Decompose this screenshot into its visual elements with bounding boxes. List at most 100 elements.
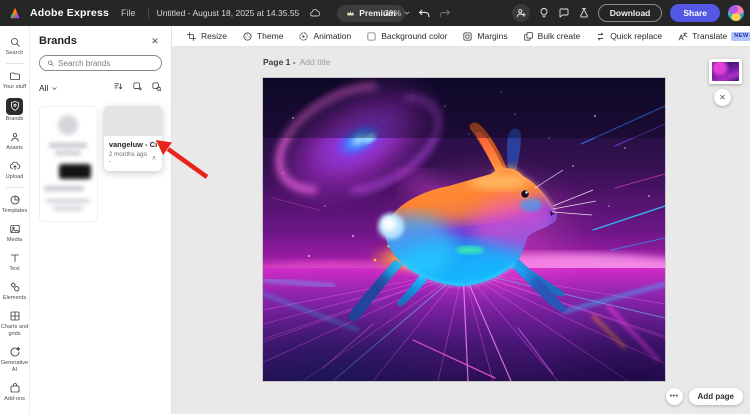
brands-filter-dropdown[interactable]: All	[39, 83, 58, 93]
topbar: Adobe Express File Untitled - August 18,…	[0, 0, 750, 26]
find-brand-button[interactable]	[151, 79, 162, 97]
elements-shapes-icon	[8, 280, 22, 294]
file-menu[interactable]: File	[117, 6, 140, 20]
upload-cloud-icon	[8, 159, 22, 173]
sidebar-item-media[interactable]: Media	[0, 219, 30, 248]
new-badge: NEW	[731, 32, 750, 41]
sidebar-item-your-stuff[interactable]: Your stuff	[0, 66, 30, 95]
margins-button[interactable]: Margins	[462, 31, 507, 42]
brand-cards-grid: vangeluw - Ci... 2 months ago -	[39, 106, 162, 222]
bulk-create-button[interactable]: Bulk create	[523, 31, 581, 42]
page-thumbnail-image	[712, 62, 739, 81]
adobe-express-logo-icon[interactable]	[8, 6, 22, 20]
sidebar-item-upload[interactable]: Upload	[0, 156, 30, 185]
page-thumbnail[interactable]	[709, 59, 742, 84]
shared-icon	[151, 155, 157, 161]
margins-icon	[462, 31, 473, 42]
translate-icon	[677, 31, 688, 42]
sidebar-item-elements[interactable]: Elements	[0, 277, 30, 306]
cloud-sync-icon[interactable]	[309, 7, 321, 19]
add-page-label: Add page	[698, 392, 734, 401]
page-number-label: Page 1 -	[263, 57, 296, 67]
close-thumbnail-button[interactable]: ✕	[714, 89, 731, 106]
toolbar-label: Background color	[381, 31, 447, 41]
sidebar-item-text[interactable]: Text	[0, 248, 30, 277]
editor-area: Resize Theme Animation Background color …	[172, 26, 750, 414]
ideas-button[interactable]	[538, 7, 550, 19]
sidebar-item-add-ons[interactable]: Add-ons	[0, 378, 30, 407]
brand-card-vangeluw[interactable]: vangeluw - Ci... 2 months ago -	[104, 106, 162, 171]
brands-search-input[interactable]	[58, 59, 154, 68]
toolbar-label: Theme	[257, 31, 283, 41]
sidebar-item-label: Elements	[3, 295, 26, 302]
canvas-workspace[interactable]: Page 1 - Add title	[172, 47, 750, 414]
search-icon	[8, 35, 22, 49]
person-add-icon	[515, 7, 527, 19]
toolbar-label: Animation	[313, 31, 351, 41]
lightbulb-icon	[538, 7, 550, 19]
brands-search-box[interactable]	[39, 55, 162, 71]
sidebar-item-label: Add-ons	[4, 396, 25, 403]
comments-button[interactable]	[558, 7, 570, 19]
toolbar-label: Margins	[477, 31, 507, 41]
bottom-actions: ••• Add page	[666, 388, 743, 405]
resize-button[interactable]: Resize	[186, 31, 227, 42]
sidebar-item-label: Brands	[6, 116, 24, 123]
toolbar-label: Resize	[201, 31, 227, 41]
sort-brands-button[interactable]	[113, 79, 124, 97]
sidebar-item-label: Upload	[6, 174, 24, 181]
background-color-button[interactable]: Background color	[366, 31, 447, 42]
folder-icon	[8, 69, 22, 83]
sidebar-divider	[6, 187, 24, 188]
share-button[interactable]: Share	[670, 4, 720, 22]
document-title[interactable]: Untitled - August 18, 2025 at 14.35.55	[157, 8, 300, 18]
brand-card-preview	[104, 106, 162, 136]
theme-icon	[242, 31, 253, 42]
add-collaborator-button[interactable]	[512, 4, 530, 22]
translate-button[interactable]: Translate NEW	[677, 31, 750, 42]
blurred-brand-content	[44, 113, 93, 211]
sidebar-item-brands[interactable]: Brands	[0, 95, 30, 127]
adobe-express-window: Adobe Express File Untitled - August 18,…	[0, 0, 750, 414]
new-brand-button[interactable]	[132, 79, 143, 97]
add-ons-icon	[8, 381, 22, 395]
topbar-right-controls: Download Share	[512, 0, 744, 26]
undo-button[interactable]	[418, 7, 431, 20]
animation-button[interactable]: Animation	[298, 31, 351, 42]
toolbar-label: Bulk create	[538, 31, 581, 41]
brand-card-title: vangeluw - Ci...	[109, 140, 157, 149]
sidebar-item-charts-and-grids[interactable]: Charts and grids	[0, 306, 30, 342]
more-options-button[interactable]: •••	[666, 388, 683, 405]
left-sidebar: Search Your stuff Brands Assets Upload T…	[0, 26, 30, 414]
canvas-artwork-neon-rabbit[interactable]	[263, 78, 665, 381]
brands-panel-title: Brands	[39, 35, 77, 47]
chevron-down-icon	[51, 85, 58, 92]
download-button[interactable]: Download	[598, 4, 663, 22]
theme-button[interactable]: Theme	[242, 31, 283, 42]
sidebar-item-label: Assets	[6, 145, 23, 152]
brand-card-blurred[interactable]	[39, 106, 98, 222]
sidebar-item-templates[interactable]: Templates	[0, 190, 30, 219]
sidebar-item-label: Charts and grids	[0, 324, 29, 338]
sidebar-item-generative-ai[interactable]: Generative AI	[0, 342, 30, 378]
sidebar-divider	[6, 63, 24, 64]
add-title-placeholder[interactable]: Add title	[300, 57, 331, 67]
chevron-down-icon	[403, 9, 411, 17]
sidebar-item-search[interactable]: Search	[0, 32, 30, 61]
app-name: Adobe Express	[30, 7, 109, 19]
close-panel-button[interactable]: ✕	[148, 34, 162, 48]
animation-icon	[298, 31, 309, 42]
quick-replace-button[interactable]: Quick replace	[595, 31, 662, 42]
toolbar-label: Translate	[692, 31, 727, 41]
sidebar-item-label: Your stuff	[3, 84, 26, 91]
zoom-level-dropdown[interactable]: 39%	[384, 8, 411, 18]
sidebar-item-assets[interactable]: Assets	[0, 127, 30, 156]
user-avatar[interactable]	[728, 5, 744, 21]
redo-button[interactable]	[438, 7, 451, 20]
page-header: Page 1 - Add title	[263, 57, 330, 67]
shield-brands-icon	[6, 98, 23, 115]
add-page-button[interactable]: Add page	[689, 388, 743, 405]
beta-features-button[interactable]	[578, 7, 590, 19]
templates-icon	[8, 193, 22, 207]
topbar-center-controls: 39%	[384, 0, 451, 26]
